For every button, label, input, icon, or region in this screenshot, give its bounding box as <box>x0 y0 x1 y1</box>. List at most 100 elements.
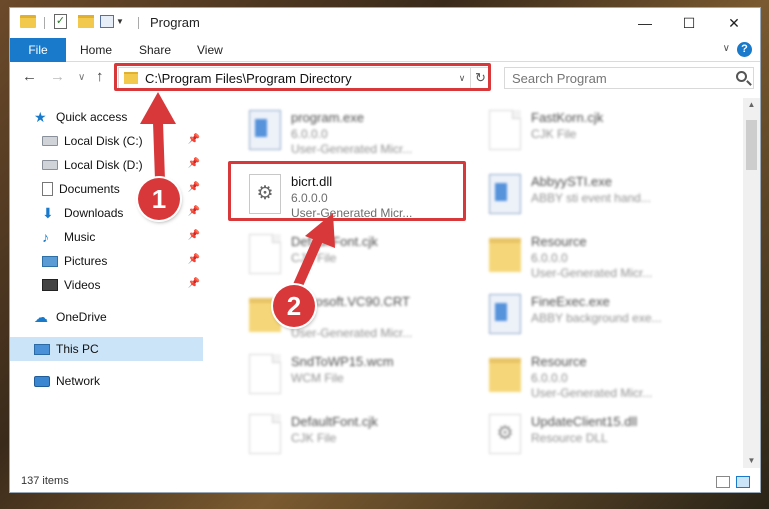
file-icon <box>249 234 281 274</box>
tiles-view-icon[interactable] <box>736 476 750 488</box>
minimize-button[interactable]: — <box>622 8 668 38</box>
sidebar-item-label: Documents <box>59 182 120 196</box>
tab-home[interactable]: Home <box>80 38 112 62</box>
sidebar-item-label: Downloads <box>64 206 124 220</box>
recent-locations-button[interactable]: ∨ <box>78 72 85 83</box>
vertical-scrollbar[interactable]: ▲ ▼ <box>743 98 760 468</box>
sidebar-item-label: Local Disk (C:) <box>64 134 143 148</box>
sidebar-item-local-disk-d[interactable]: Local Disk (D:) 📌 <box>10 153 203 177</box>
sidebar-item-music[interactable]: ♪ Music 📌 <box>10 225 203 249</box>
file-detail: 6.0.0.0 <box>531 251 568 265</box>
folder-icon[interactable] <box>20 15 36 28</box>
sidebar-item-videos[interactable]: Videos 📌 <box>10 273 203 297</box>
gear-file-icon: ⚙ <box>489 414 521 454</box>
pin-icon[interactable]: 📌 <box>188 134 200 145</box>
file-item[interactable]: AbbyySTI.exe ABBY sti event hand... <box>479 168 719 224</box>
file-item[interactable]: FastKorn.cjk CJK File <box>479 104 719 160</box>
sidebar-item-this-pc[interactable]: This PC <box>10 337 203 361</box>
ribbon-tabs: File Home Share View ∨ ? <box>10 38 760 62</box>
tab-file[interactable]: File <box>10 38 66 62</box>
sidebar-item-label: Pictures <box>64 254 108 268</box>
download-icon: ⬇ <box>42 205 54 221</box>
folder-icon <box>489 358 521 392</box>
file-detail: WCM File <box>291 371 344 385</box>
forward-button[interactable]: → <box>50 68 65 85</box>
file-item[interactable]: Resource 6.0.0.0 User-Generated Micr... <box>479 348 719 404</box>
file-item[interactable]: DefaultFont.cjk CJK File <box>239 228 479 284</box>
file-item[interactable]: program.exe 6.0.0.0 User-Generated Micr.… <box>239 104 479 160</box>
pin-icon[interactable]: 📌 <box>188 230 200 241</box>
quick-access-dropdown-icon[interactable]: ▼ <box>116 17 124 26</box>
file-name: DefaultFont.cjk <box>291 234 378 249</box>
sidebar-item-label: Quick access <box>56 110 128 124</box>
sidebar-item-label: Videos <box>64 278 101 292</box>
properties-check-icon[interactable]: ✓ <box>54 14 67 29</box>
pin-icon[interactable]: 📌 <box>188 158 200 169</box>
sidebar-item-label: Network <box>56 374 101 388</box>
file-name: FastKorn.cjk <box>531 110 604 125</box>
tab-share[interactable]: Share <box>139 38 171 62</box>
file-icon <box>249 414 281 454</box>
file-detail: ABBY sti event hand... <box>531 191 651 205</box>
file-detail: 6.0.0.0 <box>531 371 568 385</box>
search-box[interactable] <box>504 67 754 89</box>
close-button[interactable]: ✕ <box>711 8 757 38</box>
pin-icon[interactable]: 📌 <box>188 206 200 217</box>
step-2-badge: 2 <box>273 285 315 327</box>
toolbar-separator <box>44 17 45 29</box>
scroll-down-icon[interactable]: ▼ <box>743 454 760 468</box>
sidebar-item-quick-access[interactable]: ★ Quick access <box>10 105 203 129</box>
help-icon[interactable]: ? <box>737 42 752 57</box>
file-item[interactable]: FineExec.exe ABBY background exe... <box>479 288 719 344</box>
scroll-up-icon[interactable]: ▲ <box>743 98 760 112</box>
details-view-icon[interactable] <box>716 476 730 488</box>
star-icon: ★ <box>34 109 47 125</box>
folder-icon <box>489 238 521 272</box>
search-input[interactable] <box>505 68 725 88</box>
file-highlight-box <box>228 161 466 221</box>
expand-ribbon-icon[interactable]: ∨ <box>723 43 730 54</box>
file-detail: Resource DLL <box>531 431 608 445</box>
new-folder-icon[interactable] <box>78 15 94 28</box>
sidebar-item-local-disk-c[interactable]: Local Disk (C:) 📌 <box>10 129 203 153</box>
cloud-icon: ☁ <box>34 309 48 325</box>
file-name: AbbyySTI.exe <box>531 174 612 189</box>
navigation-pane: ★ Quick access Local Disk (C:) 📌 Local D… <box>10 98 205 468</box>
maximize-button[interactable]: ☐ <box>666 8 712 38</box>
music-icon: ♪ <box>42 229 49 245</box>
file-detail: CJK File <box>291 251 337 265</box>
scroll-thumb[interactable] <box>746 120 757 170</box>
sidebar-item-label: This PC <box>56 342 99 356</box>
toolbar-separator <box>138 17 139 29</box>
pin-icon[interactable]: 📌 <box>188 254 200 265</box>
sidebar-item-onedrive[interactable]: ☁ OneDrive <box>10 305 203 329</box>
file-name: program.exe <box>291 110 364 125</box>
file-detail: User-Generated Micr... <box>531 266 653 280</box>
pictures-icon <box>42 255 58 267</box>
sidebar-item-label: OneDrive <box>56 310 107 324</box>
sidebar-item-pictures[interactable]: Pictures 📌 <box>10 249 203 273</box>
file-item[interactable]: DefaultFont.cjk CJK File <box>239 408 479 464</box>
tab-view[interactable]: View <box>197 38 223 62</box>
file-name: Resource <box>531 354 587 369</box>
file-detail: 6.0.0.0 <box>291 127 328 141</box>
file-name: Resource <box>531 234 587 249</box>
file-item[interactable]: SndToWP15.wcm WCM File <box>239 348 479 404</box>
back-button[interactable]: ← <box>22 68 37 85</box>
sidebar-item-network[interactable]: Network <box>10 369 203 393</box>
file-item[interactable]: ⚙ UpdateClient15.dll Resource DLL <box>479 408 719 464</box>
pin-icon[interactable]: 📌 <box>188 182 200 193</box>
drive-icon <box>42 160 58 170</box>
exe-icon <box>249 110 281 150</box>
search-icon[interactable] <box>736 71 747 82</box>
file-name: FineExec.exe <box>531 294 610 309</box>
properties-icon[interactable] <box>100 15 114 28</box>
exe-icon <box>489 174 521 214</box>
pin-icon[interactable]: 📌 <box>188 278 200 289</box>
file-item[interactable]: Resource 6.0.0.0 User-Generated Micr... <box>479 228 719 284</box>
step-1-badge: 1 <box>138 178 180 220</box>
gear-icon: ⚙ <box>496 423 514 444</box>
up-button[interactable]: ↑ <box>96 68 104 85</box>
drive-icon <box>42 136 58 146</box>
network-icon <box>34 375 50 387</box>
